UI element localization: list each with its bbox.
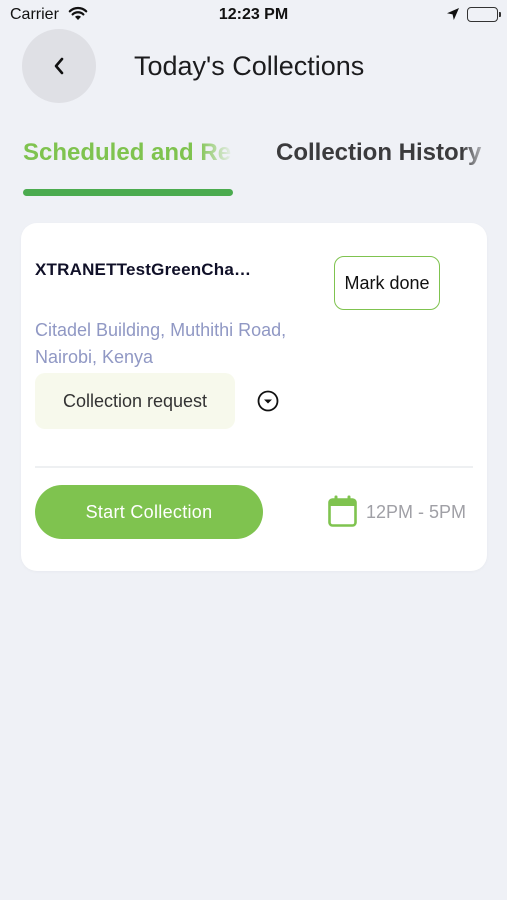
address-text: Citadel Building, Muthithi Road, Nairobi… (35, 320, 287, 367)
back-button[interactable] (22, 29, 96, 103)
collection-request-chip: Collection request (35, 373, 235, 429)
location-arrow-icon (446, 7, 460, 26)
start-collection-button[interactable]: Start Collection (35, 485, 263, 539)
collection-card: XTRANETTestGreenCha… Mark done Citadel B… (21, 223, 487, 571)
battery-icon (467, 7, 498, 22)
tab-collection-history[interactable]: Collection History (276, 139, 488, 167)
tab-fade (198, 136, 234, 172)
active-tab-indicator (23, 189, 233, 196)
card-divider (35, 466, 473, 468)
status-time: 12:23 PM (218, 6, 289, 23)
chevron-left-icon (54, 57, 64, 75)
battery-cap (499, 12, 501, 17)
time-range: 12PM - 5PM (366, 502, 467, 522)
chevron-down-circle-icon[interactable] (257, 390, 279, 417)
status-bar: Carrier 12:23 PM (0, 0, 507, 30)
mark-done-button[interactable]: Mark done (334, 256, 440, 310)
site-name: XTRANETTestGreenCha… (35, 260, 252, 279)
tab-fade (462, 136, 492, 172)
page-title: Today's Collections (134, 51, 365, 81)
calendar-icon (328, 495, 357, 532)
